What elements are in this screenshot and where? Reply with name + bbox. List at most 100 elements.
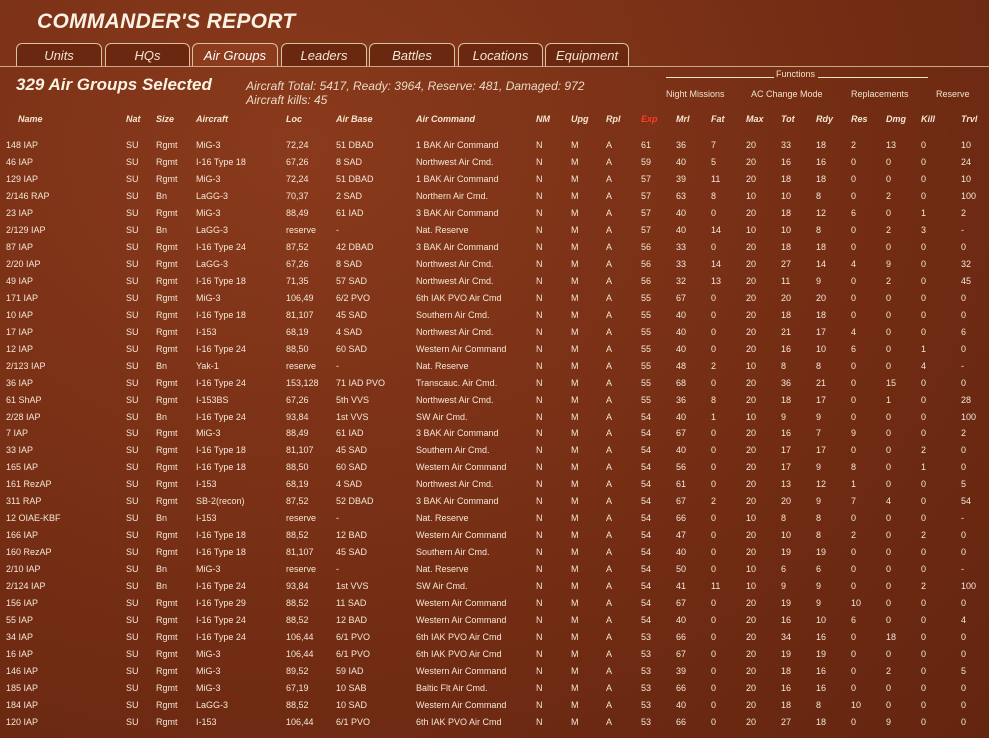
cell-dmg: 0 <box>886 564 892 575</box>
table-row[interactable]: 2/123 IAP SU Bn Yak-1 reserve - Nat. Reserve N M… <box>0 361 989 378</box>
cell-nat: SU <box>126 615 139 626</box>
table-row[interactable]: 12 OIAE-KBF SU Bn I-153 reserve - Nat. Reserve… <box>0 513 989 530</box>
cell-rpl: A <box>606 615 613 626</box>
table-row[interactable]: 160 RezAP SU Rgmt I-16 Type 18 81,107 45 SAD S… <box>0 547 989 564</box>
column-header-tot[interactable]: Tot <box>781 114 795 124</box>
table-row[interactable]: 55 IAP SU Rgmt I-16 Type 24 88,52 12 BAD Weste… <box>0 615 989 632</box>
table-row[interactable]: 146 IAP SU Rgmt MiG-3 89,52 59 IAD Western Air… <box>0 666 989 683</box>
cell-dmg: 18 <box>886 632 897 643</box>
column-header-rpl[interactable]: Rpl <box>606 114 621 124</box>
table-row[interactable]: 16 IAP SU Rgmt MiG-3 106,44 6/1 PVO 6th IAK PV… <box>0 649 989 666</box>
cell-fat: 0 <box>711 377 717 388</box>
cell-mrl: 36 <box>676 140 687 150</box>
cell-name: 55 IAP <box>6 615 34 626</box>
table-row[interactable]: 10 IAP SU Rgmt I-16 Type 18 81,107 45 SAD Sout… <box>0 310 989 327</box>
table-row[interactable]: 36 IAP SU Rgmt I-16 Type 24 153,128 71 IAD PV… <box>0 378 989 395</box>
table-row[interactable]: 49 IAP SU Rgmt I-16 Type 18 71,35 57 SAD North… <box>0 276 989 293</box>
tab-hqs[interactable]: HQs <box>105 43 190 66</box>
table-row[interactable]: 2/20 IAP SU Rgmt LaGG-3 67,26 8 SAD Northwest … <box>0 259 989 276</box>
cell-dmg: 9 <box>886 716 892 727</box>
table-row[interactable]: 2/124 IAP SU Bn I-16 Type 24 93,84 1st VVS SW … <box>0 581 989 598</box>
table-row[interactable]: 2/10 IAP SU Bn MiG-3 reserve - Nat. Reserve N M A… <box>0 564 989 581</box>
function-ac-change-mode[interactable]: AC Change Mode <box>751 89 823 99</box>
table-row[interactable]: 129 IAP SU Rgmt MiG-3 72,24 51 DBAD 1 BAK Air … <box>0 174 989 191</box>
table-row[interactable]: 2/129 IAP SU Bn LaGG-3 reserve - Nat. Reserve N… <box>0 225 989 242</box>
column-header-loc[interactable]: Loc <box>286 114 302 124</box>
table-row[interactable]: 87 IAP SU Rgmt I-16 Type 24 87,52 42 DBAD 3 BA… <box>0 242 989 259</box>
table-row[interactable]: 7 IAP SU Rgmt MiG-3 88,49 61 IAD 3 BAK Air Com… <box>0 428 989 445</box>
tab-air-groups[interactable]: Air Groups <box>192 43 278 66</box>
column-header-aircraft[interactable]: Aircraft <box>196 114 228 124</box>
cell-max: 20 <box>746 207 757 218</box>
column-header-trvl[interactable]: Trvl <box>961 114 977 124</box>
column-header-upg[interactable]: Upg <box>571 114 589 124</box>
table-row[interactable]: 2/146 RAP SU Bn LaGG-3 70,37 2 SAD Northern Ai… <box>0 191 989 208</box>
column-header-size[interactable]: Size <box>156 114 174 124</box>
column-header-nm[interactable]: NM <box>536 114 550 124</box>
cell-dmg: 0 <box>886 207 892 218</box>
cell-res: 0 <box>851 156 857 167</box>
table-row[interactable]: 2/28 IAP SU Bn I-16 Type 24 93,84 1st VVS SW A… <box>0 412 989 429</box>
table-row[interactable]: 161 RezAP SU Rgmt I-153 68,19 4 SAD Northwest … <box>0 479 989 496</box>
column-header-exp[interactable]: Exp <box>641 114 658 124</box>
table-row[interactable]: 33 IAP SU Rgmt I-16 Type 18 81,107 45 SAD Sout… <box>0 445 989 462</box>
cell-aircraft: I-153 <box>196 479 217 490</box>
tab-battles[interactable]: Battles <box>369 43 455 66</box>
cell-fat: 0 <box>711 598 717 609</box>
tab-locations[interactable]: Locations <box>458 43 543 66</box>
table-row[interactable]: 311 RAP SU Rgmt SB-2(recon) 87,52 52 DBAD 3 BA… <box>0 496 989 513</box>
cell-air-base: 61 IAD <box>336 428 364 439</box>
table-row[interactable]: 184 IAP SU Rgmt LaGG-3 88,52 10 SAD Western Ai… <box>0 700 989 717</box>
table-row[interactable]: 166 IAP SU Rgmt I-16 Type 18 88,52 12 BAD West… <box>0 530 989 547</box>
table-row[interactable]: 34 IAP SU Rgmt I-16 Type 24 106,44 6/1 PVO 6th… <box>0 632 989 649</box>
cell-size: Rgmt <box>156 343 178 354</box>
table-row[interactable]: 17 IAP SU Rgmt I-153 68,19 4 SAD Northwest Air… <box>0 327 989 344</box>
column-header-max[interactable]: Max <box>746 114 764 124</box>
table-row[interactable]: 156 IAP SU Rgmt I-16 Type 29 88,52 11 SAD West… <box>0 598 989 615</box>
cell-upg: M <box>571 309 579 320</box>
table-row[interactable]: 46 IAP SU Rgmt I-16 Type 18 67,26 8 SAD Northw… <box>0 157 989 174</box>
column-header-air-base[interactable]: Air Base <box>336 114 373 124</box>
column-header-kill[interactable]: Kill <box>921 114 935 124</box>
function-night-missions[interactable]: Night Missions <box>666 89 725 99</box>
cell-exp: 55 <box>641 394 652 405</box>
table-row[interactable]: 61 ShAP SU Rgmt I-153BS 67,26 5th VVS Northwes… <box>0 395 989 412</box>
aircraft-kills-line: Aircraft kills: 45 <box>246 93 328 107</box>
column-header-res[interactable]: Res <box>851 114 868 124</box>
cell-tot: 20 <box>781 292 792 303</box>
aircraft-totals: Aircraft Total: 5417, Ready: 3964, Reser… <box>246 79 584 107</box>
function-reserve[interactable]: Reserve <box>936 89 970 99</box>
cell-name: 7 IAP <box>6 428 29 439</box>
cell-max: 20 <box>746 700 757 710</box>
column-header-rdy[interactable]: Rdy <box>816 114 833 124</box>
table-row[interactable]: 23 IAP SU Rgmt MiG-3 88,49 61 IAD 3 BAK Air Co… <box>0 208 989 225</box>
tab-leaders[interactable]: Leaders <box>281 43 367 66</box>
column-header-air-command[interactable]: Air Command <box>416 114 475 124</box>
table-row[interactable]: 120 IAP SU Rgmt I-153 106,44 6/1 PVO 6th IAK P… <box>0 717 989 734</box>
tab-equipment[interactable]: Equipment <box>545 43 629 66</box>
table-row[interactable]: 165 IAP SU Rgmt I-16 Type 18 88,50 60 SAD West… <box>0 462 989 479</box>
column-header-mrl[interactable]: Mrl <box>676 114 690 124</box>
cell-exp: 54 <box>641 530 652 541</box>
cell-rdy: 14 <box>816 258 827 269</box>
table-row[interactable]: 148 IAP SU Rgmt MiG-3 72,24 51 DBAD 1 BAK Air … <box>0 140 989 157</box>
cell-kill: 0 <box>921 700 927 710</box>
table-row[interactable]: 12 IAP SU Rgmt I-16 Type 24 88,50 60 SAD Weste… <box>0 344 989 361</box>
column-header-name[interactable]: Name <box>18 114 43 124</box>
cell-upg: M <box>571 581 579 592</box>
table-row[interactable]: 185 IAP SU Rgmt MiG-3 67,19 10 SAB Baltic Flt … <box>0 683 989 700</box>
column-header-nat[interactable]: Nat <box>126 114 141 124</box>
cell-name: 165 IAP <box>6 462 39 473</box>
cell-kill: 0 <box>921 377 927 388</box>
column-header-dmg[interactable]: Dmg <box>886 114 906 124</box>
cell-kill: 0 <box>921 190 927 201</box>
tab-units[interactable]: Units <box>16 43 102 66</box>
cell-name: 184 IAP <box>6 700 39 710</box>
column-header-fat[interactable]: Fat <box>711 114 725 124</box>
function-replacements[interactable]: Replacements <box>851 89 909 99</box>
table-row[interactable]: 171 IAP SU Rgmt MiG-3 106,49 6/2 PVO 6th IAK P… <box>0 293 989 310</box>
cell-kill: 0 <box>921 292 927 303</box>
cell-air-base: 6/1 PVO <box>336 632 371 643</box>
cell-aircraft: I-16 Type 24 <box>196 581 246 592</box>
cell-loc: 81,107 <box>286 309 314 320</box>
